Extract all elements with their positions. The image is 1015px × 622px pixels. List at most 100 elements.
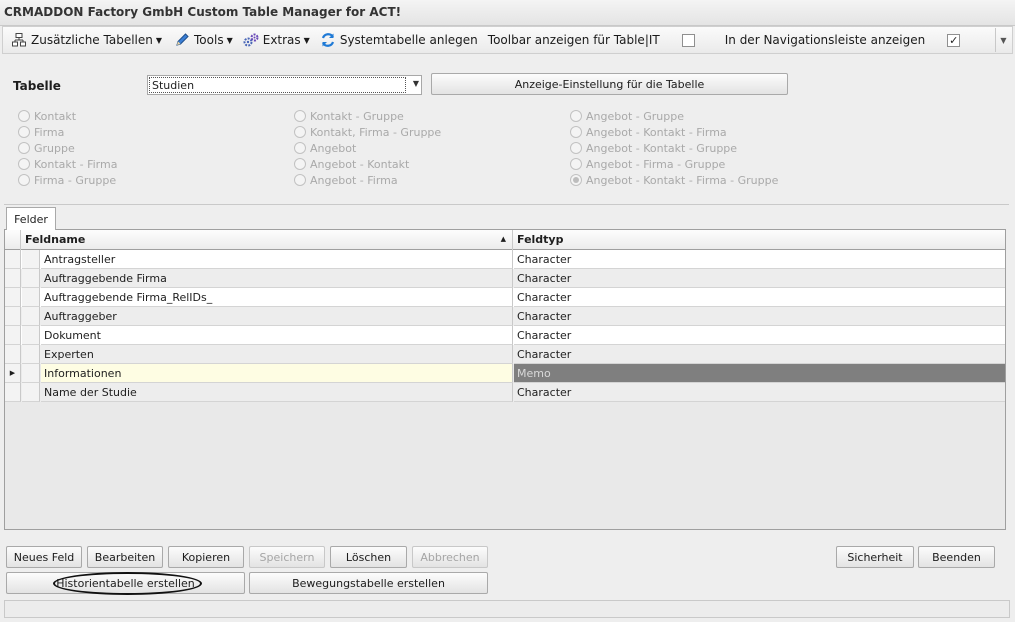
- radio-option[interactable]: Gruppe: [18, 140, 117, 156]
- cell-feldtyp[interactable]: Memo: [514, 364, 1005, 383]
- table-row[interactable]: Auftraggebende Firma_RelIDs_ Character: [5, 288, 1005, 307]
- cell-feldtyp[interactable]: Character: [514, 269, 1005, 288]
- copy-button[interactable]: Kopieren: [168, 546, 244, 568]
- row-selector[interactable]: [5, 383, 21, 402]
- row-selector[interactable]: [5, 345, 21, 364]
- radio-option[interactable]: Kontakt, Firma - Gruppe: [294, 124, 441, 140]
- cell-feldtyp[interactable]: Character: [514, 326, 1005, 345]
- radio-button[interactable]: [18, 142, 30, 154]
- radio-option[interactable]: Angebot - Firma - Gruppe: [570, 156, 778, 172]
- table-row[interactable]: Auftraggeber Character: [5, 307, 1005, 326]
- radio-button-selected[interactable]: [570, 174, 582, 186]
- cell-feldname[interactable]: Auftraggebende Firma: [41, 269, 513, 288]
- radio-label: Angebot: [310, 141, 357, 155]
- table-row[interactable]: Antragsteller Character: [5, 250, 1005, 269]
- radio-option[interactable]: Angebot - Firma: [294, 172, 441, 188]
- radio-option[interactable]: Angebot - Kontakt - Gruppe: [570, 140, 778, 156]
- radio-button[interactable]: [18, 126, 30, 138]
- radio-button[interactable]: [570, 158, 582, 170]
- row-selector[interactable]: [5, 326, 21, 345]
- radio-button[interactable]: [294, 174, 306, 186]
- refresh-icon: [320, 32, 336, 48]
- radio-label: Angebot - Kontakt - Firma: [586, 125, 727, 139]
- create-history-table-button[interactable]: Historientabelle erstellen: [6, 572, 245, 594]
- table-row[interactable]: Name der Studie Character: [5, 383, 1005, 402]
- delete-button[interactable]: Löschen: [330, 546, 407, 568]
- row-selector[interactable]: [5, 307, 21, 326]
- cell-feldname[interactable]: Auftraggeber: [41, 307, 513, 326]
- column-header-feldname[interactable]: Feldname ▲: [22, 230, 513, 250]
- cell-feldtyp[interactable]: Character: [514, 250, 1005, 269]
- table-select[interactable]: Studien ▼: [147, 75, 422, 95]
- cell-feldtyp[interactable]: Character: [514, 288, 1005, 307]
- show-toolbar-checkbox[interactable]: [681, 33, 695, 47]
- table-row[interactable]: Dokument Character: [5, 326, 1005, 345]
- radio-option[interactable]: Angebot - Kontakt - Firma: [570, 124, 778, 140]
- backup-button[interactable]: Sicherheit: [836, 546, 914, 568]
- radio-option[interactable]: Angebot - Gruppe: [570, 108, 778, 124]
- table-row-current[interactable]: ▶ Informationen Memo: [5, 364, 1005, 383]
- status-bar: [4, 600, 1010, 618]
- cell-feldtyp[interactable]: Character: [514, 345, 1005, 364]
- display-settings-button[interactable]: Anzeige-Einstellung für die Tabelle: [431, 73, 788, 95]
- column-header-feldtyp[interactable]: Feldtyp: [514, 230, 1005, 250]
- radio-label: Kontakt - Firma: [34, 157, 118, 171]
- create-system-table-button[interactable]: Systemtabelle anlegen: [316, 29, 482, 51]
- radio-button[interactable]: [570, 142, 582, 154]
- radio-button[interactable]: [570, 110, 582, 122]
- menu-tools[interactable]: Tools ▼: [170, 29, 237, 51]
- radio-label: Angebot - Gruppe: [586, 109, 684, 123]
- tab-felder[interactable]: Felder: [6, 207, 56, 230]
- radio-button[interactable]: [294, 158, 306, 170]
- row-indent: [22, 364, 40, 383]
- chevron-down-icon[interactable]: ▼: [413, 79, 419, 88]
- radio-option-selected[interactable]: Angebot - Kontakt - Firma - Gruppe: [570, 172, 778, 188]
- radio-button[interactable]: [18, 110, 30, 122]
- radio-button[interactable]: [294, 126, 306, 138]
- cancel-button[interactable]: Abbrechen: [412, 546, 488, 568]
- cell-feldtyp[interactable]: Character: [514, 383, 1005, 402]
- radio-label: Angebot - Kontakt: [310, 157, 410, 171]
- menu-zusaetzliche-tabellen[interactable]: Zusätzliche Tabellen ▼: [7, 29, 166, 51]
- radio-option[interactable]: Kontakt - Firma: [18, 156, 117, 172]
- radio-option[interactable]: Angebot - Kontakt: [294, 156, 441, 172]
- radio-button[interactable]: [294, 142, 306, 154]
- current-row-indicator-icon[interactable]: ▶: [5, 364, 21, 383]
- exit-button[interactable]: Beenden: [918, 546, 995, 568]
- cell-feldname[interactable]: Dokument: [41, 326, 513, 345]
- radio-label: Angebot - Firma: [310, 173, 398, 187]
- table-row[interactable]: Auftraggebende Firma Character: [5, 269, 1005, 288]
- radio-option[interactable]: Kontakt: [18, 108, 117, 124]
- cell-feldname[interactable]: Name der Studie: [41, 383, 513, 402]
- cell-feldname[interactable]: Informationen: [41, 364, 513, 383]
- nav-bar-checkbox[interactable]: ✓: [947, 33, 961, 47]
- menu-label: Extras: [262, 33, 301, 47]
- row-selector[interactable]: [5, 269, 21, 288]
- radio-option[interactable]: Kontakt - Gruppe: [294, 108, 441, 124]
- chevron-down-icon: ▼: [226, 35, 233, 45]
- radio-button[interactable]: [570, 126, 582, 138]
- cell-feldtyp[interactable]: Character: [514, 307, 1005, 326]
- edit-button[interactable]: Bearbeiten: [87, 546, 163, 568]
- radio-option[interactable]: Firma - Gruppe: [18, 172, 117, 188]
- save-button[interactable]: Speichern: [249, 546, 325, 568]
- radio-option[interactable]: Firma: [18, 124, 117, 140]
- toolbar-overflow-button[interactable]: ▼: [995, 28, 1011, 52]
- cell-feldname[interactable]: Antragsteller: [41, 250, 513, 269]
- row-selector[interactable]: [5, 250, 21, 269]
- row-selector-header[interactable]: [5, 230, 21, 250]
- row-selector[interactable]: [5, 288, 21, 307]
- radio-option[interactable]: Angebot: [294, 140, 441, 156]
- gears-icon: [243, 32, 259, 48]
- cell-feldname[interactable]: Experten: [41, 345, 513, 364]
- radio-button[interactable]: [18, 174, 30, 186]
- create-movement-table-button[interactable]: Bewegungstabelle erstellen: [249, 572, 488, 594]
- radio-label: Angebot - Kontakt - Firma - Gruppe: [586, 173, 779, 187]
- table-row[interactable]: Experten Character: [5, 345, 1005, 364]
- cell-feldname[interactable]: Auftraggebende Firma_RelIDs_: [41, 288, 513, 307]
- new-field-button[interactable]: Neues Feld: [6, 546, 82, 568]
- radio-button[interactable]: [294, 110, 306, 122]
- table-tree-icon: [11, 32, 27, 48]
- radio-button[interactable]: [18, 158, 30, 170]
- menu-extras[interactable]: Extras ▼: [239, 29, 314, 51]
